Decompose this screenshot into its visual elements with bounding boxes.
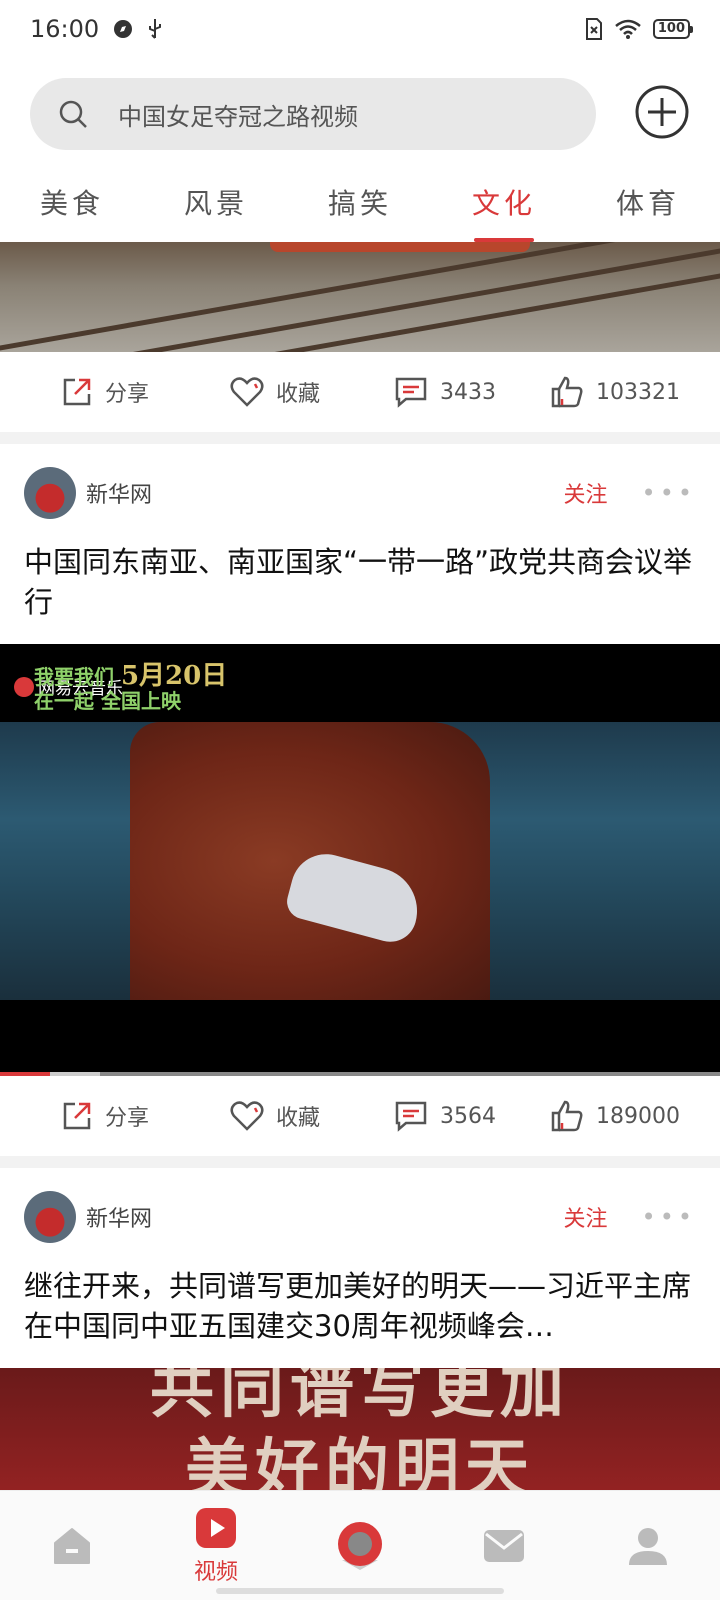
like-button[interactable]: 189000 bbox=[530, 1099, 700, 1133]
post-2-header: 新华网 关注 ••• bbox=[0, 444, 720, 542]
search-input[interactable]: 中国女足夺冠之路视频 bbox=[30, 78, 596, 150]
status-time: 16:00 bbox=[30, 15, 100, 43]
share-label: 分享 bbox=[104, 382, 149, 407]
nav-music[interactable] bbox=[288, 1491, 432, 1600]
category-tabs: 美食 风景 搞笑 文化 体育 bbox=[0, 180, 720, 242]
post-3-thumbnail[interactable]: 共同谱写更加 美好的明天 bbox=[0, 1368, 720, 1490]
promo-line-1: 我要我们 bbox=[34, 665, 114, 689]
thumbs-up-icon bbox=[551, 1100, 583, 1132]
share-label: 分享 bbox=[104, 1106, 149, 1131]
follow-button[interactable]: 关注 bbox=[564, 1201, 608, 1233]
avatar[interactable] bbox=[24, 467, 76, 519]
video-play-icon bbox=[196, 1507, 236, 1548]
like-count: 103321 bbox=[596, 379, 680, 405]
author-name[interactable]: 新华网 bbox=[86, 477, 152, 509]
share-icon bbox=[63, 378, 91, 406]
bottom-nav: 视频 bbox=[0, 1490, 720, 1600]
video-progress-bar[interactable] bbox=[0, 1072, 720, 1076]
heart-icon bbox=[230, 377, 264, 407]
search-icon bbox=[59, 100, 87, 128]
battery-indicator: 100 bbox=[652, 19, 694, 39]
netease-logo-icon bbox=[14, 676, 34, 697]
post-3-header: 新华网 关注 ••• bbox=[0, 1168, 720, 1266]
comment-icon bbox=[395, 377, 427, 408]
avatar[interactable] bbox=[24, 1191, 76, 1243]
more-options-icon[interactable]: ••• bbox=[642, 1203, 696, 1231]
post-1-thumbnail[interactable] bbox=[0, 242, 720, 352]
comment-icon bbox=[395, 1101, 427, 1132]
nav-messages[interactable] bbox=[432, 1491, 576, 1600]
share-button[interactable]: 分享 bbox=[20, 376, 190, 408]
favorite-button[interactable]: 收藏 bbox=[190, 1100, 360, 1132]
favorite-label: 收藏 bbox=[275, 382, 320, 407]
comment-count: 3564 bbox=[440, 1103, 496, 1129]
status-bar: 16:00 100 bbox=[0, 0, 720, 58]
usb-icon bbox=[149, 19, 162, 39]
author-name[interactable]: 新华网 bbox=[86, 1201, 152, 1233]
video-player[interactable]: 网易云音乐 我要我们 5月20日 在一起 全国上映 bbox=[0, 644, 720, 1076]
like-count: 189000 bbox=[596, 1103, 680, 1129]
favorite-label: 收藏 bbox=[275, 1106, 320, 1131]
thumbs-up-icon bbox=[551, 376, 583, 408]
promo-line-2: 在一起 全国上映 bbox=[34, 689, 181, 713]
tab-scenery[interactable]: 风景 bbox=[144, 180, 288, 242]
nav-video-label: 视频 bbox=[193, 1559, 238, 1585]
divider bbox=[0, 1156, 720, 1168]
movie-promo-overlay: 我要我们 5月20日 在一起 全国上映 bbox=[34, 661, 228, 713]
follow-button[interactable]: 关注 bbox=[564, 477, 608, 509]
played-bar bbox=[0, 1072, 51, 1076]
compass-icon bbox=[114, 20, 133, 38]
tab-funny[interactable]: 搞笑 bbox=[288, 180, 432, 242]
like-button[interactable]: 103321 bbox=[530, 375, 700, 409]
music-disc-icon bbox=[338, 1521, 382, 1570]
tab-food[interactable]: 美食 bbox=[0, 180, 144, 242]
wifi-icon bbox=[615, 19, 641, 39]
post-3-title[interactable]: 继往开来，共同谱写更加美好的明天——习近平主席在中国同中亚五国建交30周年视频峰… bbox=[0, 1266, 720, 1346]
favorite-button[interactable]: 收藏 bbox=[190, 376, 360, 408]
post-2-actions: 分享 收藏 3564 189000 bbox=[0, 1076, 720, 1156]
thumbnail-text-line-2: 美好的明天 bbox=[185, 1432, 535, 1490]
comment-button[interactable]: 3564 bbox=[360, 1100, 530, 1132]
divider bbox=[0, 432, 720, 444]
search-row: 中国女足夺冠之路视频 bbox=[30, 78, 690, 150]
tab-culture[interactable]: 文化 bbox=[432, 180, 576, 242]
nav-profile[interactable] bbox=[576, 1491, 720, 1600]
nav-video[interactable]: 视频 bbox=[144, 1491, 288, 1600]
nav-home[interactable] bbox=[0, 1491, 144, 1600]
video-frame bbox=[0, 722, 720, 1000]
home-icon bbox=[54, 1527, 90, 1564]
mail-icon bbox=[484, 1529, 524, 1562]
comment-count: 3433 bbox=[440, 379, 496, 405]
video-feed[interactable]: 分享 收藏 3433 103321 新华网 关注 ••• 中国同东南亚、南亚国家… bbox=[0, 242, 720, 1490]
heart-icon bbox=[230, 1101, 264, 1131]
post-1-actions: 分享 收藏 3433 103321 bbox=[0, 352, 720, 432]
share-icon bbox=[63, 1102, 91, 1130]
share-button[interactable]: 分享 bbox=[20, 1100, 190, 1132]
profile-icon bbox=[629, 1527, 667, 1565]
promo-date: 5月20日 bbox=[120, 661, 228, 691]
comment-button[interactable]: 3433 bbox=[360, 376, 530, 408]
no-sim-icon bbox=[585, 18, 602, 40]
more-options-icon[interactable]: ••• bbox=[642, 479, 696, 507]
post-2-title[interactable]: 中国同东南亚、南亚国家“一带一路”政党共商会议举行 bbox=[0, 542, 720, 622]
home-indicator[interactable] bbox=[216, 1588, 504, 1594]
tab-sports[interactable]: 体育 bbox=[576, 180, 720, 242]
add-button[interactable] bbox=[634, 84, 690, 140]
search-placeholder: 中国女足夺冠之路视频 bbox=[118, 102, 358, 131]
